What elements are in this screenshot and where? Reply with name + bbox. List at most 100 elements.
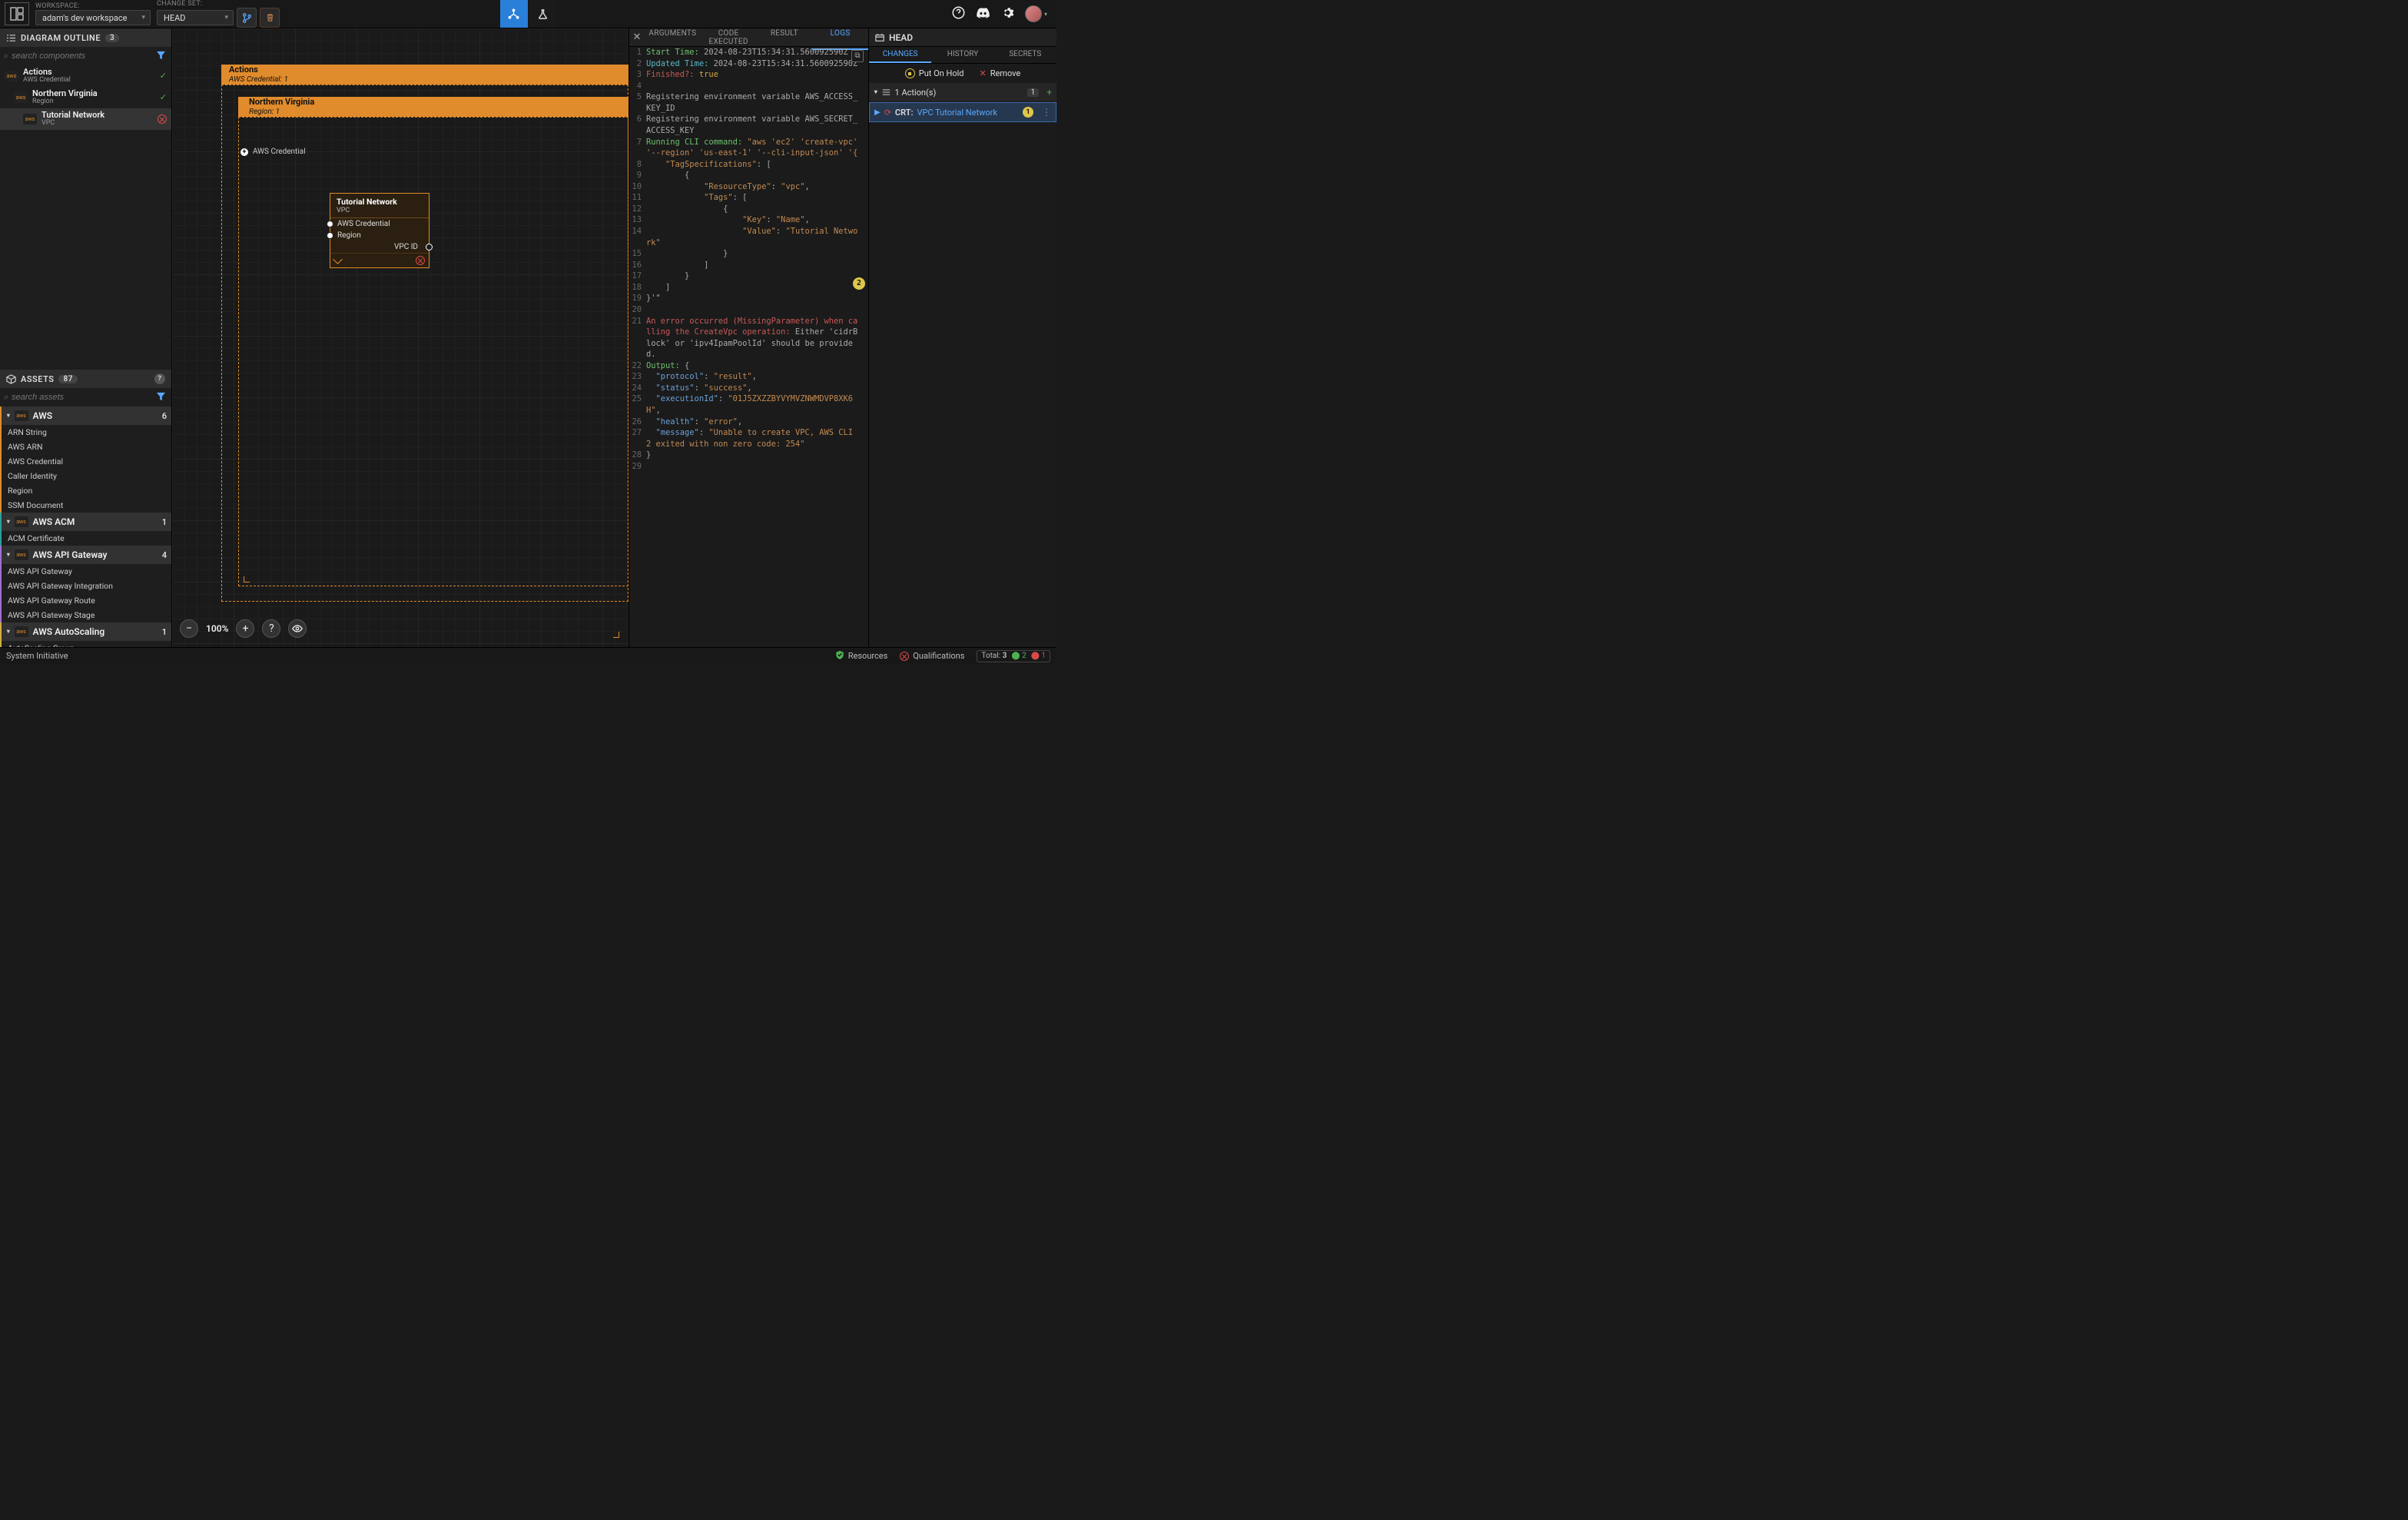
asset-item[interactable]: ARN String xyxy=(0,425,171,440)
log-line: 9 { xyxy=(629,170,868,181)
log-line: 25 "executionId": "01J5ZXZZBYVYMVZNWMDVP… xyxy=(629,393,868,416)
asset-category-header[interactable]: ▸awsAWS AutoScaling1 xyxy=(0,622,171,641)
asset-category-header[interactable]: ▸awsAWS6 xyxy=(0,407,171,425)
asset-item[interactable]: AWS API Gateway xyxy=(0,564,171,579)
asset-item[interactable]: AWS ARN xyxy=(0,440,171,454)
right-panel-tab[interactable]: SECRETS xyxy=(994,47,1056,63)
aws-icon: aws xyxy=(15,410,28,421)
vpc-node[interactable]: Tutorial Network VPC AWS Credential Regi… xyxy=(330,193,430,268)
asset-item[interactable]: Caller Identity xyxy=(0,469,171,483)
log-line: 5Registering environment variable AWS_AC… xyxy=(629,91,868,114)
logs-tab[interactable]: ARGUMENTS xyxy=(645,25,701,50)
resources-status[interactable]: Resources xyxy=(835,650,888,662)
fit-view-button[interactable] xyxy=(288,619,307,638)
asset-category-header[interactable]: ▸awsAWS API Gateway4 xyxy=(0,546,171,564)
right-panel: HEAD CHANGESHISTORYSECRETS Put On Hold ✕… xyxy=(868,28,1056,647)
asset-item[interactable]: ACM Certificate xyxy=(0,531,171,546)
actions-frame-header[interactable]: Actions AWS Credential: 1 xyxy=(221,65,629,85)
log-line: 16 ] xyxy=(629,260,868,271)
log-marker-2[interactable]: 2 xyxy=(853,277,865,290)
lab-mode-button[interactable] xyxy=(529,0,557,28)
asset-item[interactable]: SSM Document xyxy=(0,498,171,513)
diagram-canvas[interactable]: Actions AWS Credential: 1 Northern Virgi… xyxy=(172,28,629,647)
region-frame-header[interactable]: Northern Virginia Region: 1 xyxy=(238,97,629,117)
qualifications-status[interactable]: Qualifications xyxy=(900,651,964,661)
user-menu[interactable]: ▾ xyxy=(1025,5,1047,22)
logs-tab[interactable]: RESULT xyxy=(757,25,813,50)
help-icon[interactable] xyxy=(952,6,965,22)
log-line: 12 { xyxy=(629,204,868,215)
chevron-down-icon: ▸ xyxy=(4,414,12,418)
aws-icon: aws xyxy=(15,549,28,560)
brand-label: System Initiative xyxy=(6,651,68,661)
log-line: 28} xyxy=(629,450,868,461)
assets-search-input[interactable] xyxy=(8,390,154,404)
actions-group-header[interactable]: ▸ 1 Action(s) 1 + xyxy=(869,83,1056,101)
log-line: 6Registering environment variable AWS_SE… xyxy=(629,114,868,136)
copy-logs-button[interactable]: ⧉ xyxy=(851,50,864,62)
status-error-icon xyxy=(158,114,167,124)
logs-tab[interactable]: LOGS xyxy=(812,25,868,50)
refresh-icon: ⟳ xyxy=(884,108,891,118)
filter-icon[interactable] xyxy=(154,392,167,403)
action-badge: 1 xyxy=(1023,107,1033,118)
aws-credential-port[interactable]: +AWS Credential xyxy=(240,148,306,156)
settings-icon[interactable] xyxy=(1001,6,1014,22)
action-menu-icon[interactable]: ⋮ xyxy=(1042,107,1051,118)
add-action-button[interactable]: + xyxy=(1046,87,1052,98)
asset-item[interactable]: Region xyxy=(0,483,171,498)
zoom-level: 100% xyxy=(206,623,228,634)
diagram-mode-button[interactable] xyxy=(500,0,528,28)
assets-header: ASSETS 87 ? xyxy=(0,370,171,388)
changeset-select[interactable]: HEAD xyxy=(157,10,234,25)
assets-help-icon[interactable]: ? xyxy=(154,373,165,384)
asset-item[interactable]: AWS API Gateway Integration xyxy=(0,579,171,593)
canvas-help-button[interactable]: ? xyxy=(262,619,280,638)
logs-panel: ✕ ARGUMENTSCODE EXECUTEDRESULTLOGS ⧉ 2 1… xyxy=(629,28,868,647)
log-line: 8 "TagSpecifications": [ xyxy=(629,159,868,171)
put-on-hold-button[interactable]: Put On Hold xyxy=(905,68,964,78)
outline-header: DIAGRAM OUTLINE 3 xyxy=(0,28,171,47)
log-line: 7Running CLI command: "aws 'ec2' 'create… xyxy=(629,137,868,159)
log-line: 13 "Key": "Name", xyxy=(629,214,868,226)
right-panel-header: HEAD xyxy=(869,28,1056,47)
log-line: 3Finished?: true xyxy=(629,69,868,81)
asset-item[interactable]: AWS API Gateway Route xyxy=(0,593,171,608)
workspace-select[interactable]: adam's dev workspace xyxy=(35,10,151,25)
remove-icon: ✕ xyxy=(979,68,986,78)
outline-count-badge: 3 xyxy=(105,34,119,42)
branch-button[interactable] xyxy=(237,8,257,28)
app-logo[interactable] xyxy=(5,2,29,25)
aws-icon: aws xyxy=(5,71,18,81)
logs-tab[interactable]: CODE EXECUTED xyxy=(701,25,757,50)
asset-item[interactable]: AWS API Gateway Stage xyxy=(0,608,171,622)
delete-button[interactable] xyxy=(260,8,280,28)
aws-icon: aws xyxy=(15,626,28,637)
right-panel-tab[interactable]: CHANGES xyxy=(869,47,931,63)
right-panel-tab[interactable]: HISTORY xyxy=(931,47,993,63)
asset-item[interactable]: AutoScaling Group xyxy=(0,641,171,647)
chevron-down-icon: ▸ xyxy=(4,520,12,524)
status-summary-pill[interactable]: Total: 3 ⬤ 2 ⬤ 1 xyxy=(977,650,1050,662)
resize-handle-icon[interactable] xyxy=(333,254,343,264)
log-line: 23 "protocol": "result", xyxy=(629,371,868,383)
outline-item[interactable]: aws ActionsAWS Credential ✓ xyxy=(0,65,171,87)
discord-icon[interactable] xyxy=(976,7,990,22)
asset-category-header[interactable]: ▸awsAWS ACM1 xyxy=(0,513,171,531)
outline-item[interactable]: aws Northern VirginiaRegion ✓ xyxy=(0,87,171,108)
zoom-in-button[interactable]: + xyxy=(236,619,254,638)
filter-icon[interactable] xyxy=(154,51,167,62)
action-item[interactable]: ▶ ⟳ CRT: VPC Tutorial Network 1 ⋮ xyxy=(869,102,1056,122)
asset-item[interactable]: AWS Credential xyxy=(0,454,171,469)
top-bar: WORKSPACE: adam's dev workspace CHANGE S… xyxy=(0,0,1056,28)
remove-button[interactable]: ✕ Remove xyxy=(979,68,1020,78)
zoom-out-button[interactable]: − xyxy=(180,619,198,638)
log-line: 19}'" xyxy=(629,293,868,304)
outline-item[interactable]: aws Tutorial NetworkVPC xyxy=(0,108,171,130)
left-panel: DIAGRAM OUTLINE 3 ⌕ aws ActionsAWS Crede… xyxy=(0,28,172,647)
outline-search-input[interactable] xyxy=(8,49,154,63)
log-line: 22Output: { xyxy=(629,360,868,372)
log-line: 24 "status": "success", xyxy=(629,383,868,394)
close-logs-button[interactable]: ✕ xyxy=(629,32,645,43)
canvas-resize-icon[interactable] xyxy=(613,632,619,638)
